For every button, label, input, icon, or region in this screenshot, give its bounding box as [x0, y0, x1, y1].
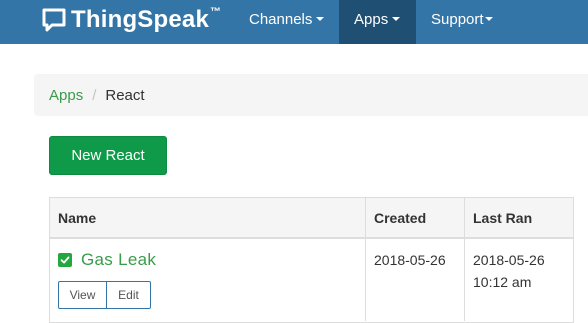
table-header-row: Name Created Last Ran: [50, 198, 573, 239]
speech-bubble-icon: [42, 8, 66, 32]
last-ran-cell: 2018-05-26 10:12 am: [473, 252, 545, 290]
brand-trademark: ™: [210, 6, 222, 18]
nav-item-label: Apps: [354, 11, 389, 28]
column-header-created[interactable]: Created: [365, 198, 465, 239]
column-header-name[interactable]: Name: [50, 198, 366, 239]
breadcrumb: Apps / React: [34, 74, 588, 116]
brand-name: ThingSpeak: [71, 6, 210, 33]
checkbox-checked-icon: [58, 253, 72, 267]
reacts-table: Name Created Last Ran Gas Leak View Edit…: [49, 197, 574, 323]
created-cell: 2018-05-26: [365, 238, 465, 321]
top-navbar: ThingSpeak ™ Channels Apps Support: [0, 0, 588, 44]
react-name-link[interactable]: Gas Leak: [81, 249, 156, 271]
react-name-cell: Gas Leak View Edit: [50, 238, 366, 321]
caret-down-icon: [484, 17, 493, 22]
caret-down-icon: [392, 17, 401, 22]
react-title: Gas Leak: [58, 249, 357, 271]
new-react-button[interactable]: New React: [49, 136, 167, 175]
nav-item-apps[interactable]: Apps: [339, 0, 416, 44]
caret-down-icon: [316, 17, 325, 22]
checkmark-icon: [60, 256, 70, 264]
column-header-last-ran[interactable]: Last Ran: [464, 198, 573, 239]
table-row: Gas Leak View Edit 2018-05-26 2018-05-26…: [50, 238, 573, 321]
nav-item-support[interactable]: Support: [431, 0, 493, 44]
nav-item-label: Support: [431, 11, 484, 28]
breadcrumb-link-apps[interactable]: Apps: [49, 87, 83, 104]
nav-item-label: Channels: [249, 11, 313, 28]
nav-item-channels[interactable]: Channels: [249, 0, 325, 44]
breadcrumb-separator: /: [92, 86, 97, 104]
brand-logo[interactable]: ThingSpeak ™: [41, 6, 221, 34]
view-button[interactable]: View: [58, 281, 107, 309]
edit-button[interactable]: Edit: [107, 281, 151, 309]
breadcrumb-current: React: [105, 86, 145, 104]
react-action-buttons: View Edit: [58, 281, 357, 309]
